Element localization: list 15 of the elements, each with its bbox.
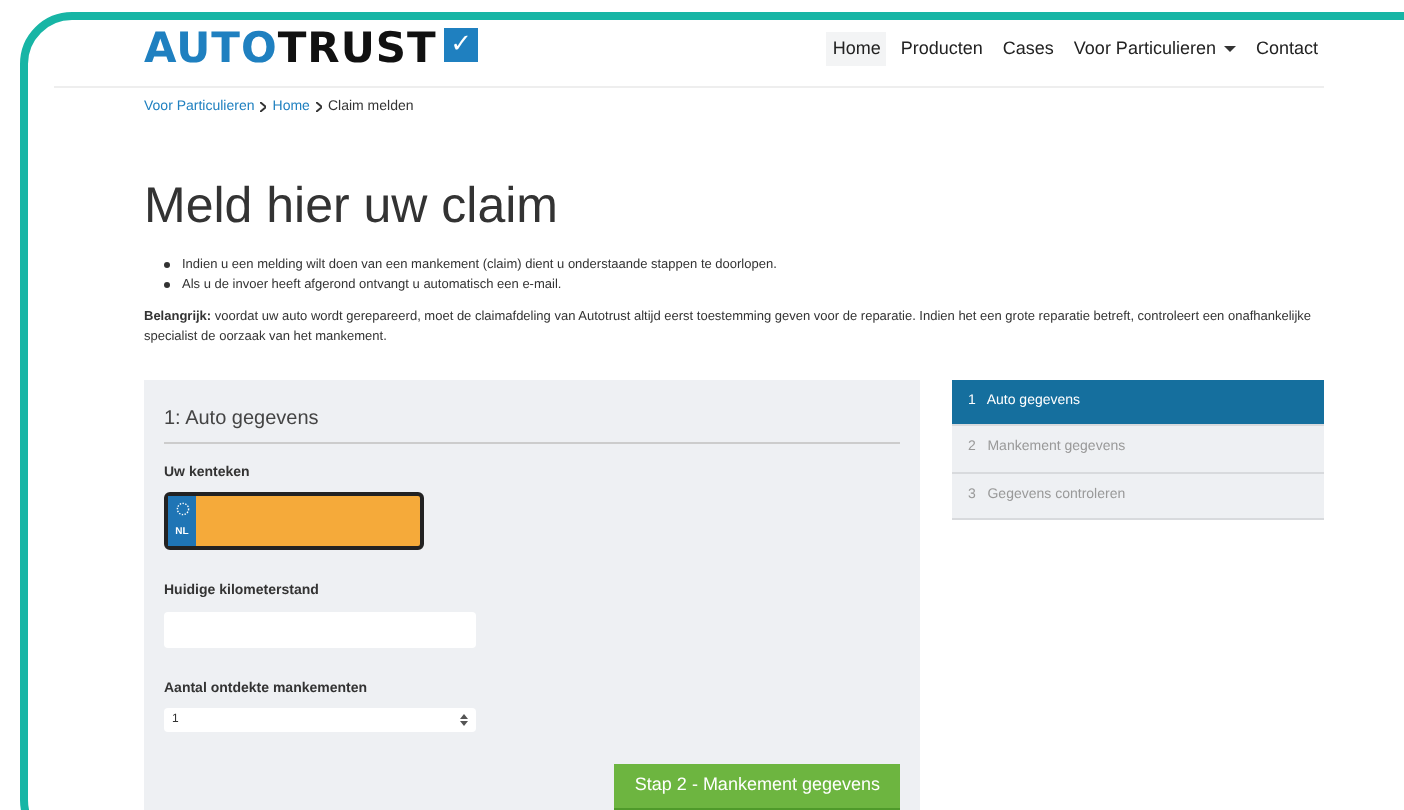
nav-link[interactable]: Cases: [996, 31, 1060, 67]
nav-link[interactable]: Contact: [1249, 31, 1324, 67]
form-title: 1: Auto gegevens: [164, 403, 900, 443]
page-heading: Meld hier uw claim: [144, 175, 561, 235]
bullet-icon: [164, 262, 170, 268]
breadcrumb-separator-icon: [315, 100, 322, 114]
nav-link[interactable]: Producten: [894, 31, 989, 67]
nav-link[interactable]: Voor Particulieren: [1067, 31, 1242, 67]
bullet-icon: [164, 282, 170, 288]
stars-circle-icon: [175, 501, 189, 516]
select-arrows-icon: [460, 714, 468, 726]
caret-icon: [1223, 45, 1236, 52]
nav-link[interactable]: Home: [826, 31, 887, 67]
logo[interactable]: AUTOTRUST ✓: [144, 28, 479, 70]
breadcrumb-separator-icon: [260, 100, 267, 114]
